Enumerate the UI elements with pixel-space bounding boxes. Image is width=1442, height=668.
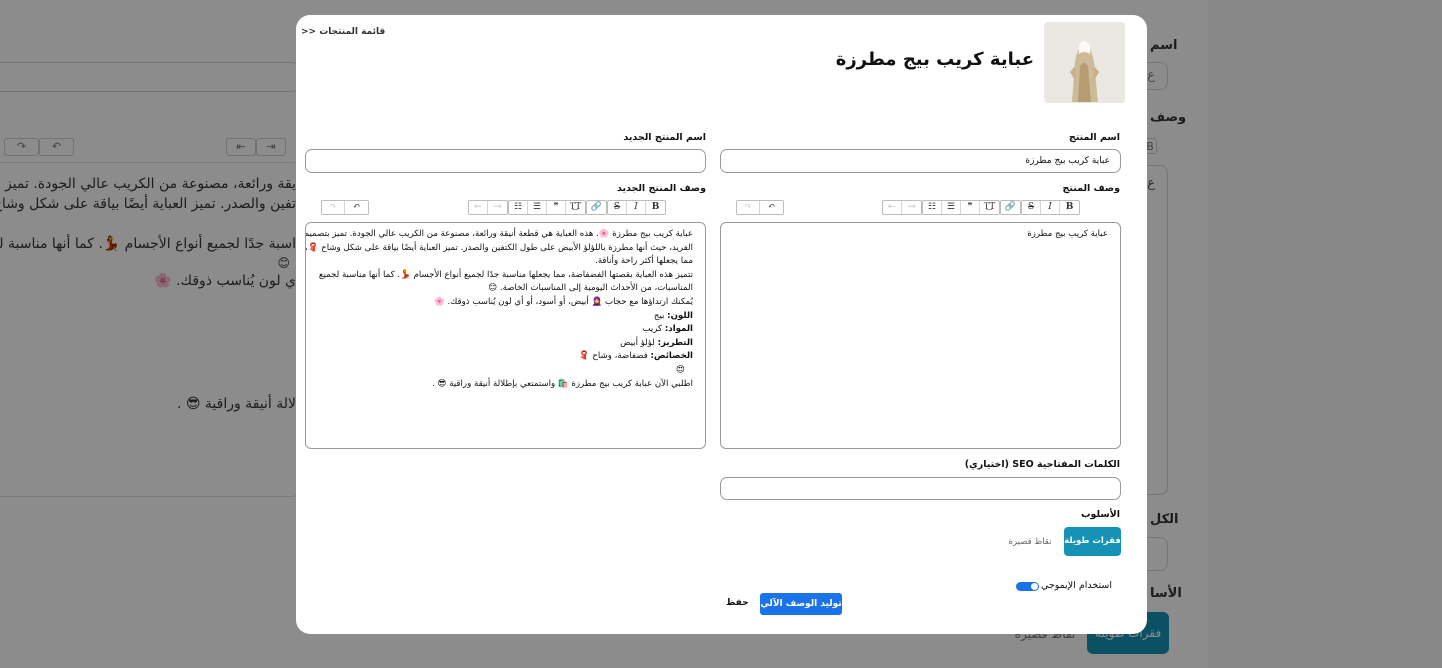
redo-icon[interactable]: ↷ xyxy=(737,201,760,214)
heading-icon[interactable]: T͟T xyxy=(980,201,999,214)
desc-history-toolbar: ↷ ↶ xyxy=(736,200,784,215)
quote-icon[interactable]: ❞ xyxy=(961,201,980,214)
outdent-icon[interactable]: ⇤ xyxy=(883,201,902,214)
attribute-key: التطريز: xyxy=(657,337,693,348)
attribute-key: الخصائص: xyxy=(650,351,693,362)
emoji-toggle[interactable] xyxy=(1016,582,1039,591)
seo-keywords-input[interactable] xyxy=(720,477,1121,500)
link-icon[interactable]: 🔗 xyxy=(1001,201,1020,214)
new-desc-emoji-line: 😍 xyxy=(676,364,685,375)
bold-icon[interactable]: B xyxy=(646,201,665,214)
undo-icon[interactable]: ↶ xyxy=(760,201,783,214)
bullet-list-icon[interactable]: ☰ xyxy=(528,201,547,214)
product-desc-label: وصف المنتج xyxy=(1062,183,1120,194)
new-product-desc-editor[interactable]: عباية كريب بيج مطرزة 🌸. هذه العباية هي ق… xyxy=(305,222,706,449)
attribute-key: المواد: xyxy=(664,324,693,335)
attribute-key: اللون: xyxy=(667,310,693,321)
product-name-input[interactable]: عباية كريب بيج مطرزة xyxy=(720,149,1121,173)
save-button[interactable]: حفظ xyxy=(726,598,749,608)
style-long-paragraphs-button[interactable]: فقرات طويلة xyxy=(1064,527,1121,556)
attribute-value: لؤلؤ أبيض xyxy=(620,337,658,348)
new-desc-history-toolbar: ↷ ↶ xyxy=(321,200,369,215)
quote-icon[interactable]: ❞ xyxy=(547,201,566,214)
desc-text: عباية كريب بيج مطرزة xyxy=(1027,229,1108,239)
italic-icon[interactable]: I xyxy=(1041,201,1060,214)
back-to-products-link[interactable]: قائمة المنتجات << xyxy=(301,27,385,37)
generate-description-button[interactable]: توليد الوصف الآلي xyxy=(760,593,842,615)
new-product-name-label: اسم المنتج الجديد xyxy=(623,132,706,143)
attribute-value: فضفاضة، وشاح 🧣 xyxy=(578,351,651,362)
new-desc-line: عباية كريب بيج مطرزة 🌸. هذه العباية هي ق… xyxy=(305,229,693,239)
attribute-value: كريب xyxy=(642,324,665,335)
product-name-label: اسم المنتج xyxy=(1068,132,1120,143)
numbered-list-icon[interactable]: ☷ xyxy=(923,201,942,214)
strikethrough-icon[interactable]: S xyxy=(1022,201,1041,214)
attribute-value: بيج xyxy=(653,310,668,321)
bullet-list-icon[interactable]: ☰ xyxy=(942,201,961,214)
attribute-line: المواد: كريب xyxy=(312,323,693,337)
attribute-line: الخصائص: فضفاضة، وشاح 🧣 xyxy=(312,350,693,364)
link-icon[interactable]: 🔗 xyxy=(587,201,606,214)
italic-icon[interactable]: I xyxy=(627,201,646,214)
redo-icon[interactable]: ↷ xyxy=(322,201,345,214)
style-label: الأسلوب xyxy=(1080,509,1120,520)
new-desc-line: مما يجعلها أكثر راحة وأناقة. xyxy=(595,256,693,267)
new-desc-closing-line: اطلبي الآن عباية كريب بيج مطرزة 🛍️ واستم… xyxy=(432,378,693,389)
seo-keywords-label: الكلمات المفتاحية SEO (اختياري) xyxy=(964,459,1120,470)
new-product-name-input[interactable] xyxy=(305,149,706,173)
attribute-line: اللون: بيج xyxy=(312,310,693,324)
new-desc-line: الفريد، حيث أنها مطرزة باللؤلؤ الأبيض عل… xyxy=(305,242,693,253)
numbered-list-icon[interactable]: ☷ xyxy=(509,201,528,214)
attribute-line: التطريز: لؤلؤ أبيض xyxy=(312,337,693,351)
product-image xyxy=(1044,22,1125,103)
indent-icon[interactable]: ⇥ xyxy=(902,201,921,214)
undo-icon[interactable]: ↶ xyxy=(345,201,368,214)
desc-format-toolbar: ⇤ ⇥ ☷ ☰ ❞ T͟T 🔗 S I B xyxy=(882,200,1080,215)
heading-icon[interactable]: T͟T xyxy=(566,201,585,214)
new-desc-line: المناسبات، من الأحداث اليومية إلى المناس… xyxy=(488,283,693,294)
strikethrough-icon[interactable]: S xyxy=(608,201,627,214)
toggle-knob xyxy=(1031,583,1038,590)
new-product-desc-label: وصف المنتج الجديد xyxy=(616,183,706,194)
bold-icon[interactable]: B xyxy=(1060,201,1079,214)
indent-icon[interactable]: ⇥ xyxy=(488,201,507,214)
outdent-icon[interactable]: ⇤ xyxy=(469,201,488,214)
style-short-points-button[interactable]: نقاط قصيرة xyxy=(1004,535,1056,549)
new-desc-line: تتميز هذه العباية بقصتها الفضفاضة، مما ي… xyxy=(318,269,693,280)
product-desc-editor[interactable]: عباية كريب بيج مطرزة xyxy=(720,222,1121,449)
product-title: عباية كريب بيج مطرزة xyxy=(835,49,1034,70)
new-desc-line: يُمكنك ارتداؤها مع حجاب 🧕 أبيض، أو أسود،… xyxy=(434,296,693,307)
new-desc-format-toolbar: ⇤ ⇥ ☷ ☰ ❞ T͟T 🔗 S I B xyxy=(468,200,666,215)
emoji-toggle-label: استخدام الإيموجي xyxy=(1040,580,1112,591)
